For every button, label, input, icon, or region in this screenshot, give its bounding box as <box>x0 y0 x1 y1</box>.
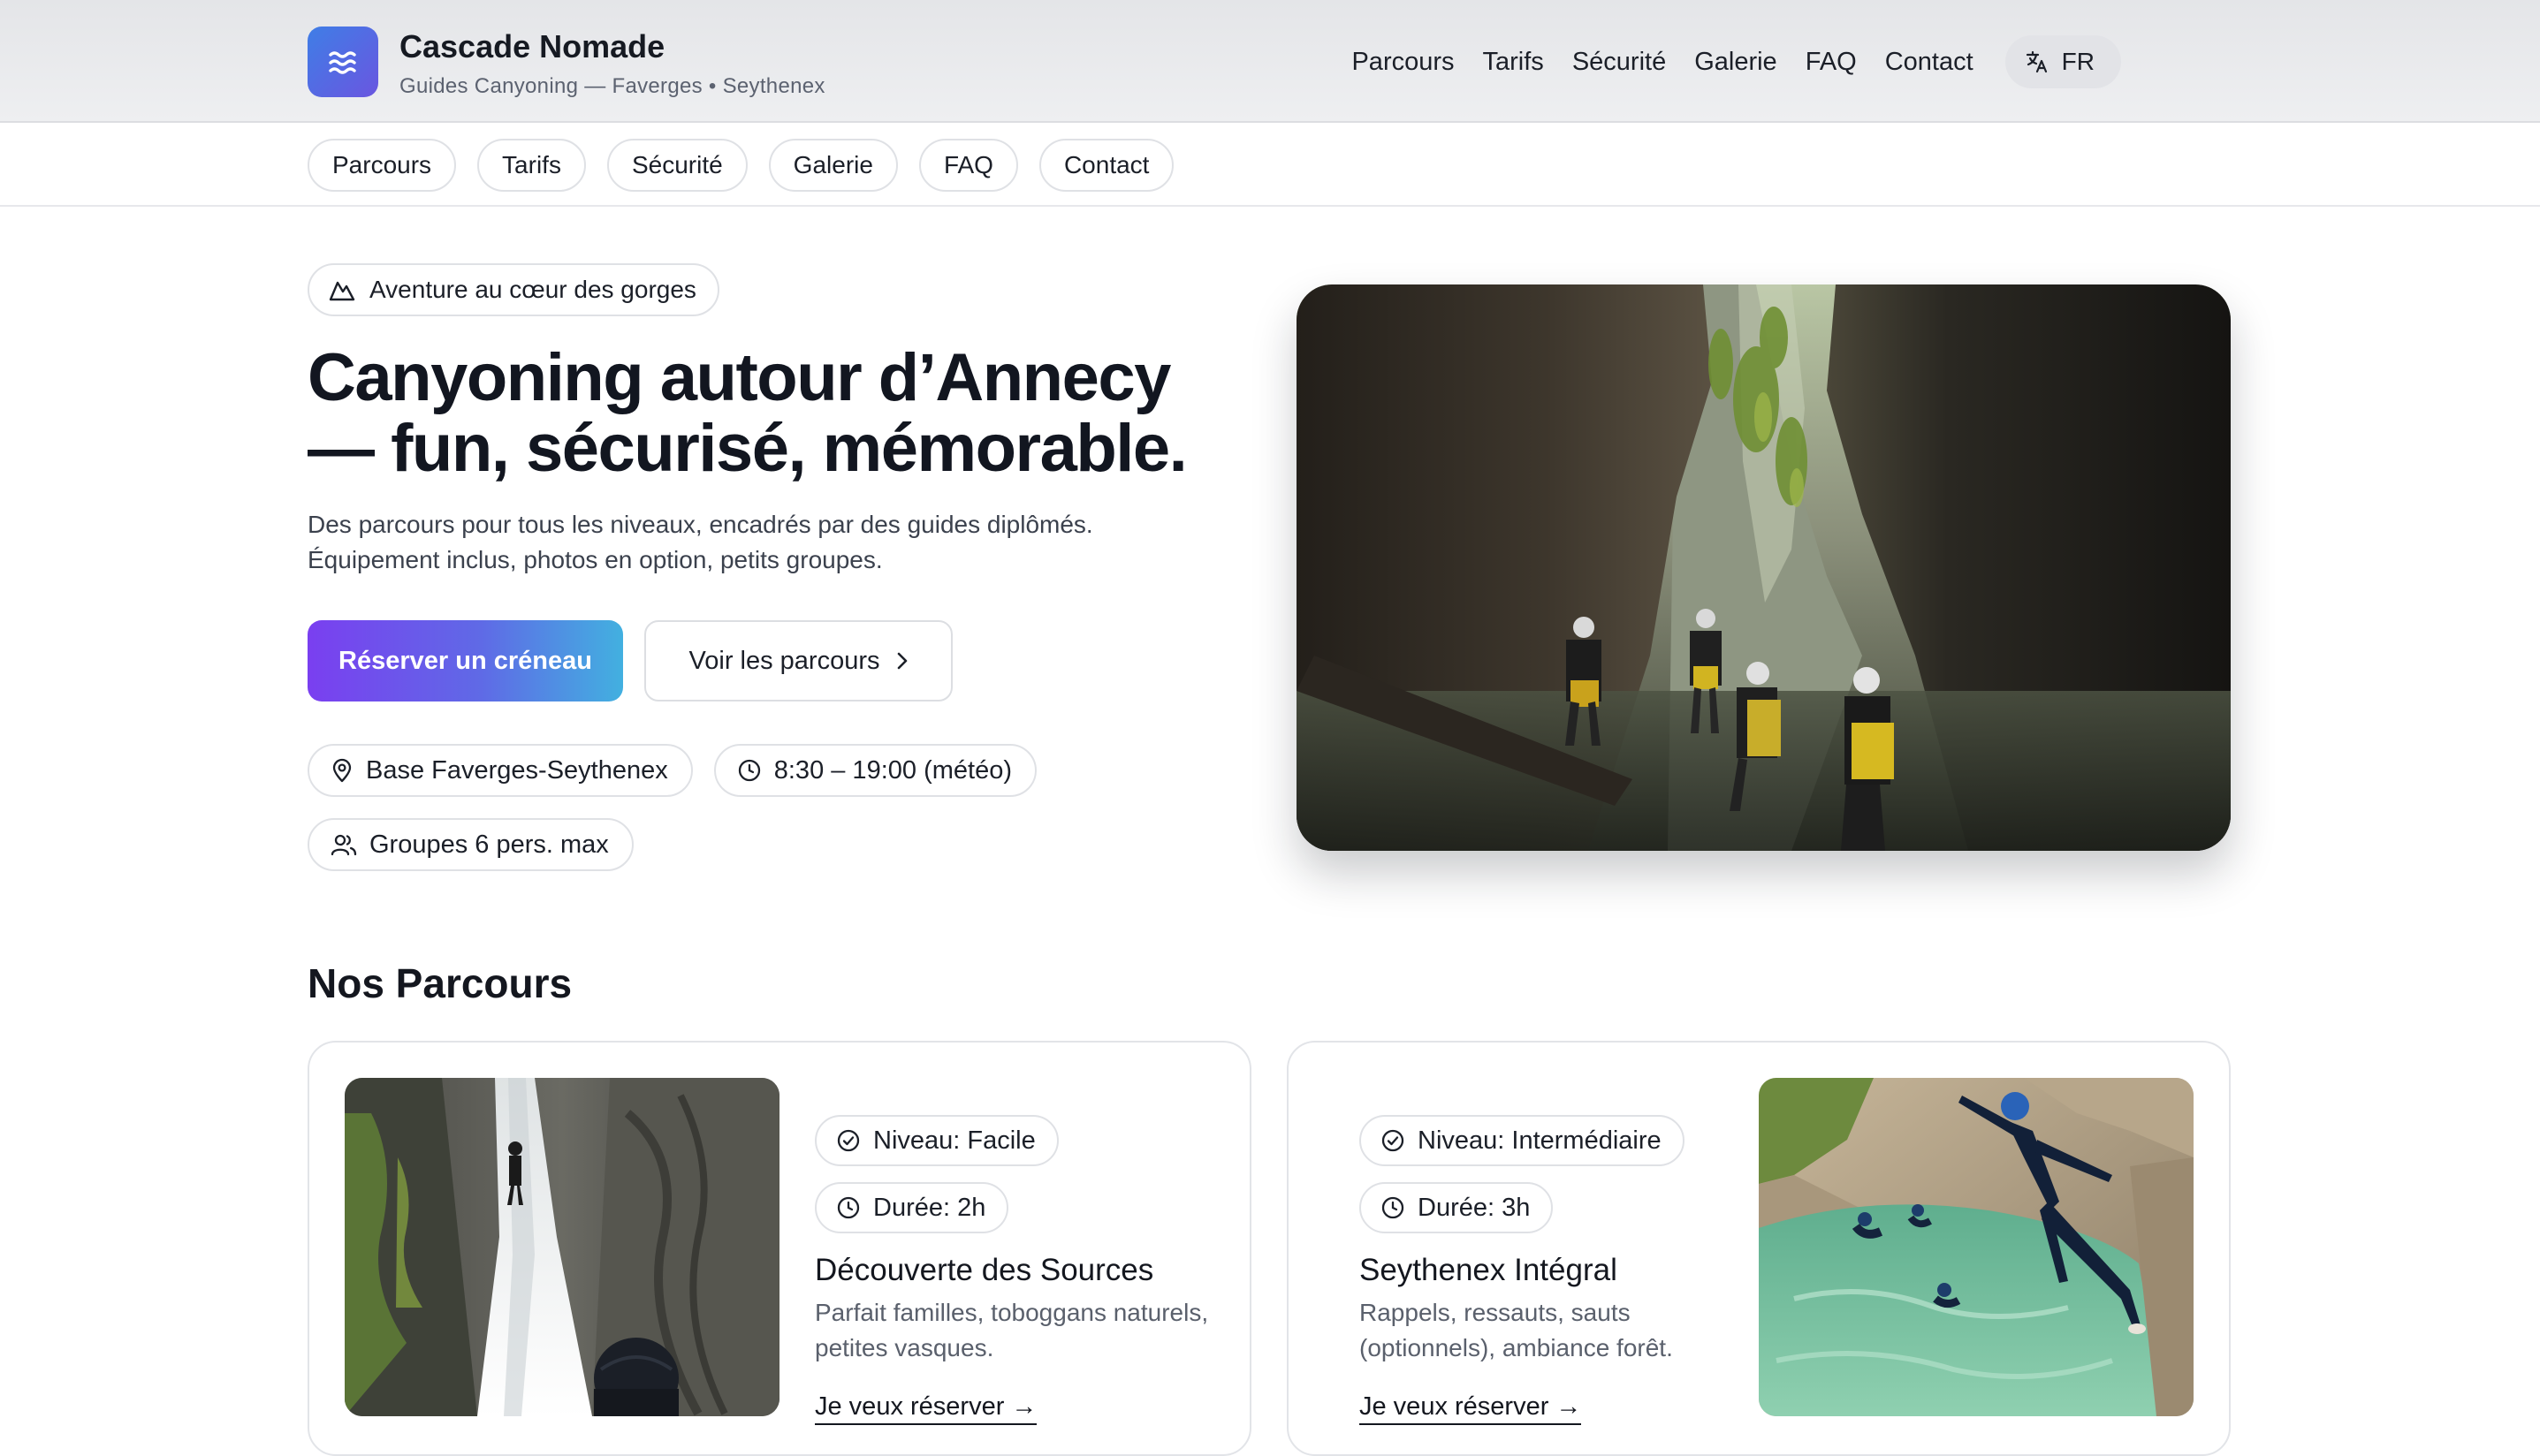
map-pin-icon <box>332 758 352 783</box>
brand-name[interactable]: Cascade Nomade <box>399 28 665 65</box>
topnav-securite[interactable]: Sécurité <box>1572 48 1666 77</box>
route-photo-waterfall <box>345 1078 779 1416</box>
hero-eyebrow-badge: Aventure au cœur des gorges <box>308 263 719 316</box>
language-label: FR <box>2061 48 2095 75</box>
pill-parcours[interactable]: Parcours <box>308 139 457 192</box>
translate-icon <box>2026 50 2047 73</box>
chip-hours: 8:30 – 19:00 (météo) <box>713 744 1037 797</box>
route-description: Parfait familles, toboggans naturels, pe… <box>815 1299 1209 1361</box>
chip-location-label: Base Faverges-Seythenex <box>366 755 668 785</box>
route-photo-jump <box>1759 1078 2194 1416</box>
section-title: Nos Parcours <box>308 960 573 1006</box>
pill-securite[interactable]: Sécurité <box>606 139 748 192</box>
book-route-link[interactable]: Je veux réserver → <box>815 1392 1038 1425</box>
chip-group-size-label: Groupes 6 pers. max <box>369 830 609 859</box>
chip-group-size: Groupes 6 pers. max <box>308 818 634 871</box>
duration-label: Durée: 2h <box>873 1193 986 1222</box>
eyebrow-text: Aventure au cœur des gorges <box>369 276 696 303</box>
clock-icon <box>837 1196 860 1219</box>
check-circle-icon <box>1381 1129 1404 1152</box>
language-switch-button[interactable]: FR <box>2004 35 2121 88</box>
topnav-tarifs[interactable]: Tarifs <box>1483 48 1544 77</box>
duration-label: Durée: 3h <box>1418 1193 1531 1222</box>
view-routes-label: Voir les parcours <box>688 646 880 675</box>
chevron-right-icon <box>897 652 907 670</box>
waves-icon <box>329 51 356 74</box>
chip-hours-label: 8:30 – 19:00 (météo) <box>773 755 1012 785</box>
pill-tarifs[interactable]: Tarifs <box>477 139 586 192</box>
topnav-faq[interactable]: FAQ <box>1806 48 1857 77</box>
chip-location: Base Faverges-Seythenex <box>308 744 693 797</box>
clock-icon <box>738 759 760 782</box>
route-card-sources: Niveau: Facile Durée: 2h Découverte des … <box>308 1041 1251 1456</box>
route-card-body: Niveau: Intermédiaire Durée: 3h Seythene… <box>1359 1115 1757 1425</box>
topnav-galerie[interactable]: Galerie <box>1694 48 1777 77</box>
book-slot-button[interactable]: Réserver un créneau <box>308 620 623 701</box>
users-icon <box>331 834 357 856</box>
top-header: Cascade Nomade Guides Canyoning — Faverg… <box>0 0 2540 123</box>
duration-badge: Durée: 2h <box>815 1182 1009 1233</box>
level-badge: Niveau: Facile <box>815 1115 1059 1166</box>
duration-badge: Durée: 3h <box>1359 1182 1554 1233</box>
hero-title: Canyoning autour d’Annecy — fun, sécuris… <box>308 340 1188 486</box>
mountain-icon <box>329 281 355 301</box>
pill-nav: Parcours Tarifs Sécurité Galerie FAQ Con… <box>0 123 2540 207</box>
hero-canyon-photo <box>1297 284 2231 851</box>
level-label: Niveau: Facile <box>873 1126 1036 1155</box>
level-label: Niveau: Intermédiaire <box>1418 1126 1662 1155</box>
pill-contact[interactable]: Contact <box>1038 139 1175 192</box>
top-nav: Parcours Tarifs Sécurité Galerie FAQ Con… <box>1351 35 2121 88</box>
brand-logo[interactable] <box>308 27 378 97</box>
pill-faq[interactable]: FAQ <box>918 139 1018 192</box>
hero-description: Des parcours pour tous les niveaux, enca… <box>308 511 1093 573</box>
book-route-link[interactable]: Je veux réserver → <box>1359 1392 1582 1425</box>
route-title: Découverte des Sources <box>815 1253 1154 1287</box>
check-circle-icon <box>837 1129 860 1152</box>
topnav-parcours[interactable]: Parcours <box>1351 48 1454 77</box>
pill-galerie[interactable]: Galerie <box>768 139 898 192</box>
clock-icon <box>1381 1196 1404 1219</box>
route-card-seythenex: Niveau: Intermédiaire Durée: 3h Seythene… <box>1287 1041 2231 1456</box>
view-routes-button[interactable]: Voir les parcours <box>644 620 953 701</box>
hero-info-chips: Base Faverges-Seythenex 8:30 – 19:00 (mé… <box>308 744 1103 871</box>
brand-subtitle: Guides Canyoning — Faverges • Seythenex <box>399 74 825 98</box>
level-badge: Niveau: Intermédiaire <box>1359 1115 1684 1166</box>
route-card-body: Niveau: Facile Durée: 2h Découverte des … <box>815 1115 1213 1425</box>
route-description: Rappels, ressauts, sauts (optionnels), a… <box>1359 1299 1673 1361</box>
route-title: Seythenex Intégral <box>1359 1253 1617 1287</box>
topnav-contact[interactable]: Contact <box>1885 48 1973 77</box>
